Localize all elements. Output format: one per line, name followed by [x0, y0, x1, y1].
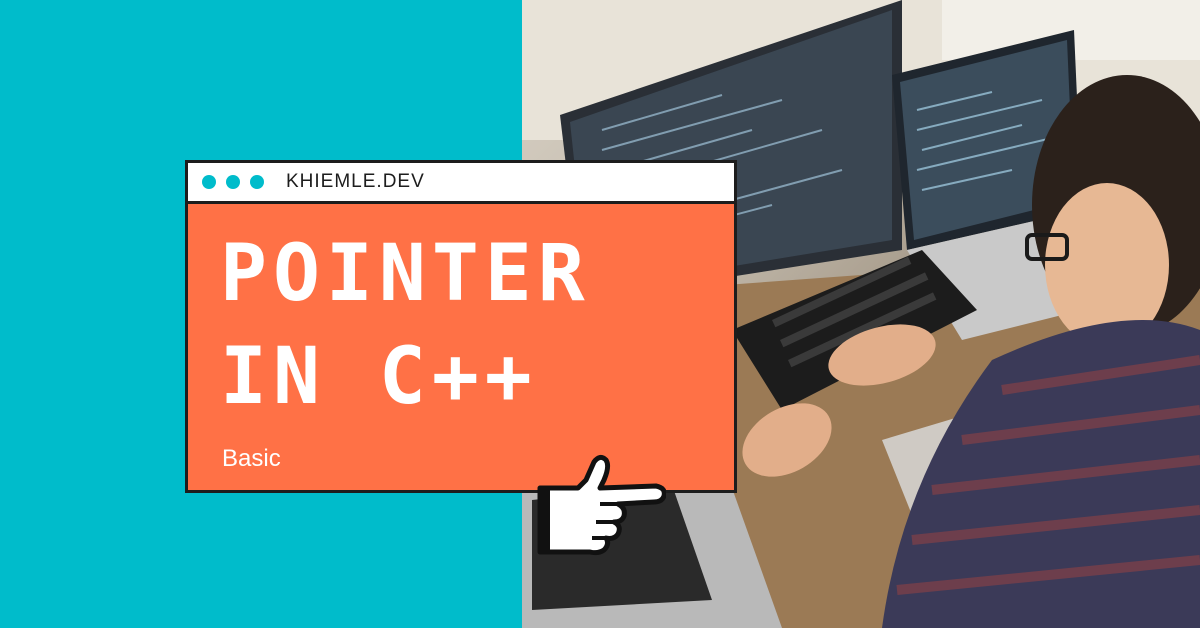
window-titlebar: KHIEMLE.DEV	[188, 163, 734, 204]
title-line-2: IN C++	[220, 331, 538, 422]
browser-window-card: KHIEMLE.DEV POINTER IN C++ Basic	[185, 160, 737, 493]
pointing-hand-icon	[537, 454, 666, 556]
site-name: KHIEMLE.DEV	[286, 171, 425, 192]
window-dot-icon	[202, 175, 216, 189]
title-line-1: POINTER	[220, 229, 591, 319]
window-dot-icon	[250, 175, 264, 189]
window-dot-icon	[226, 175, 240, 189]
page-title: POINTER IN C++	[220, 223, 591, 429]
subtitle: Basic	[222, 445, 281, 472]
